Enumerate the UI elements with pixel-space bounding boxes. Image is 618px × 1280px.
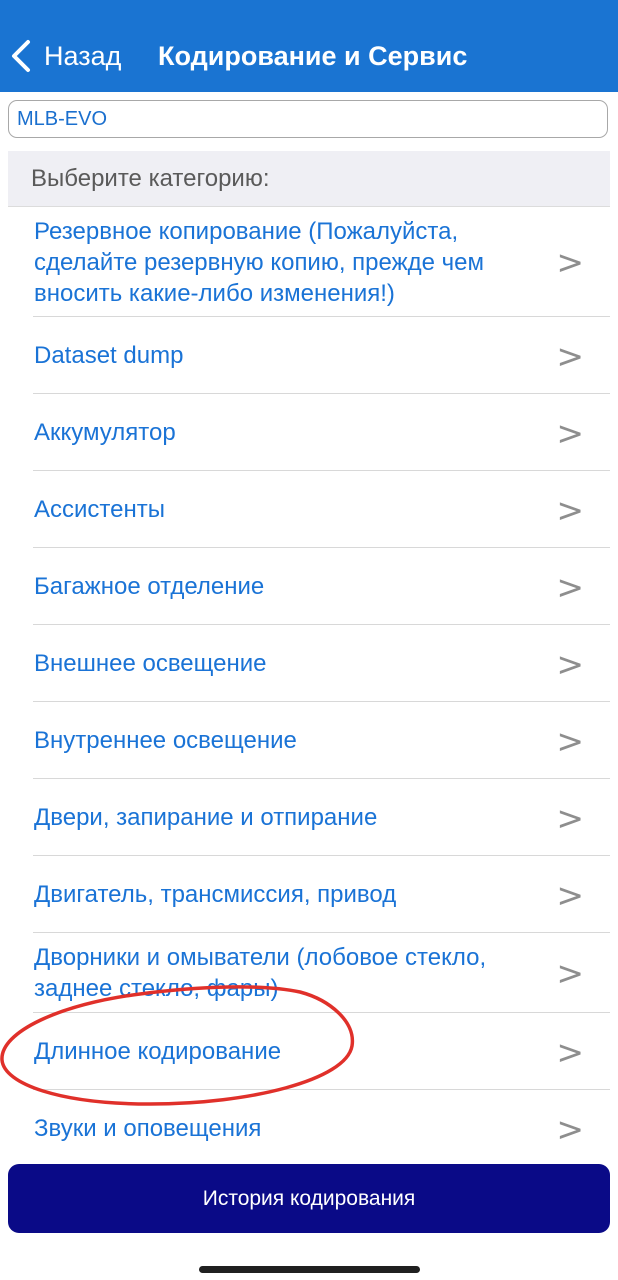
category-list: Резервное копирование (Пожалуйста, сдела…: [8, 207, 610, 1163]
category-item-label: Аккумулятор: [34, 419, 176, 446]
category-item-wipers-washers[interactable]: Дворники и омыватели (лобовое стекло, за…: [8, 933, 610, 1013]
back-label: Назад: [44, 40, 122, 71]
chevron-right-icon: >: [556, 721, 584, 760]
category-item-label: Длинное кодирование: [34, 1038, 282, 1065]
page-title: Кодирование и Сервис: [158, 41, 468, 71]
chevron-left-icon: [10, 39, 32, 73]
coding-history-button[interactable]: История кодирования: [8, 1164, 610, 1233]
category-item-label: Внутреннее освещение: [34, 727, 297, 754]
chevron-right-icon: >: [556, 875, 584, 914]
category-item-label: Ассистенты: [34, 496, 165, 523]
chevron-right-icon: >: [556, 798, 584, 837]
category-item-label: Багажное отделение: [34, 573, 265, 600]
coding-service-screen: Назад Кодирование и Сервис MLB-EVO Выбер…: [0, 0, 618, 1280]
chevron-right-icon: >: [556, 953, 584, 993]
category-item-interior-lighting[interactable]: Внутреннее освещение >: [8, 702, 610, 779]
chevron-right-icon: >: [556, 242, 584, 282]
category-item-battery[interactable]: Аккумулятор >: [8, 394, 610, 471]
chevron-right-icon: >: [556, 567, 584, 606]
chevron-right-icon: >: [556, 336, 584, 375]
category-item-label: Dataset dump: [34, 342, 184, 369]
chevron-right-icon: >: [556, 1032, 584, 1071]
category-item-backup[interactable]: Резервное копирование (Пожалуйста, сдела…: [8, 207, 610, 317]
category-item-label: Внешнее освещение: [34, 650, 267, 677]
category-item-label: Резервное копирование (Пожалуйста, сдела…: [34, 217, 485, 307]
category-item-dataset-dump[interactable]: Dataset dump >: [8, 317, 610, 394]
chevron-right-icon: >: [556, 490, 584, 529]
category-item-exterior-lighting[interactable]: Внешнее освещение >: [8, 625, 610, 702]
category-item-assistants[interactable]: Ассистенты >: [8, 471, 610, 548]
category-item-doors-locking[interactable]: Двери, запирание и отпирание >: [8, 779, 610, 856]
category-item-sounds-alerts[interactable]: Звуки и оповещения >: [8, 1090, 610, 1163]
back-button[interactable]: Назад: [10, 30, 121, 82]
category-item-long-coding[interactable]: Длинное кодирование >: [8, 1013, 610, 1090]
category-item-label: Двери, запирание и отпирание: [34, 804, 378, 831]
home-indicator: [199, 1266, 420, 1273]
category-item-label: Двигатель, трансмиссия, привод: [34, 881, 397, 908]
category-section-header: Выберите категорию:: [8, 151, 610, 207]
model-field[interactable]: MLB-EVO: [8, 100, 608, 138]
chevron-right-icon: >: [556, 413, 584, 452]
category-item-trunk[interactable]: Багажное отделение >: [8, 548, 610, 625]
category-item-engine-drivetrain[interactable]: Двигатель, трансмиссия, привод >: [8, 856, 610, 933]
chevron-right-icon: >: [556, 644, 584, 683]
nav-header: Назад Кодирование и Сервис: [0, 0, 618, 92]
category-item-label: Дворники и омыватели (лобовое стекло, за…: [34, 944, 487, 1002]
category-item-label: Звуки и оповещения: [34, 1115, 262, 1142]
chevron-right-icon: >: [556, 1109, 584, 1148]
